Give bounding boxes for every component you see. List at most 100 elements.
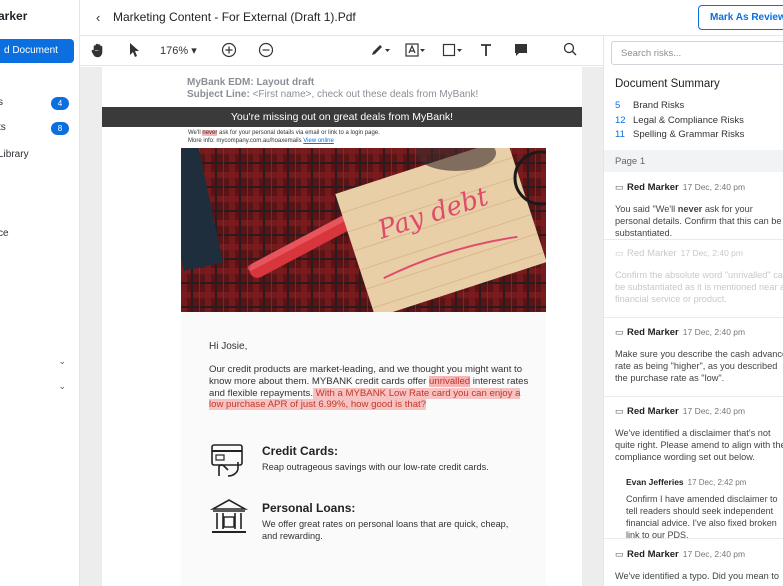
sidebar-item-compliance[interactable]: ce bbox=[0, 227, 79, 243]
sidebar-item-label: s bbox=[0, 97, 3, 108]
comment-header: ▭ Red Marker 17 Dec, 2:40 pm bbox=[615, 327, 745, 338]
feature-credit-cards: Credit Cards: Reap outrageous savings wi… bbox=[209, 440, 539, 486]
comment-text-bold: never bbox=[677, 204, 703, 214]
reply-text: Confirm I have amended disclaimer to tel… bbox=[626, 494, 778, 540]
comment-card[interactable]: ▭ Red Marker 17 Dec, 2:40 pm Make sure you… bbox=[604, 327, 783, 397]
risk-count: 5 bbox=[615, 100, 621, 111]
shape-tool-icon[interactable] bbox=[442, 42, 464, 61]
chevron-down-icon[interactable]: ⌄ bbox=[58, 381, 66, 392]
comment-author: Red Marker bbox=[627, 182, 679, 193]
summary-brand-risks[interactable]: 5 Brand Risks bbox=[615, 100, 684, 111]
comment-header: ▭ Red Marker 17 Dec, 2:40 pm bbox=[615, 549, 745, 560]
edm-header: MyBank EDM: Layout draft Subject Line: <… bbox=[187, 77, 478, 101]
view-online-link[interactable]: View online bbox=[303, 138, 334, 144]
risk-count: 11 bbox=[615, 129, 625, 140]
back-icon[interactable]: ‹ bbox=[96, 10, 100, 25]
comment-icon: ▭ bbox=[615, 406, 624, 416]
highlighted-risk[interactable]: never bbox=[202, 130, 218, 136]
text-tool-icon[interactable] bbox=[479, 42, 493, 61]
summary-spelling-risks[interactable]: 11 Spelling & Grammar Risks bbox=[615, 129, 744, 140]
mark-as-reviewed-button[interactable]: Mark As Reviewed bbox=[698, 5, 783, 30]
summary-legal-risks[interactable]: 12 Legal & Compliance Risks bbox=[615, 115, 744, 126]
email-banner: You're missing out on great deals from M… bbox=[102, 107, 582, 127]
count-badge: 8 bbox=[51, 122, 69, 135]
zoom-out-icon[interactable] bbox=[258, 42, 274, 61]
greeting: Hi Josie, bbox=[209, 341, 248, 352]
pointer-tool-icon[interactable] bbox=[128, 42, 140, 61]
page-section-label: Page 1 bbox=[604, 150, 783, 172]
sidebar-item-library[interactable]: Library bbox=[0, 148, 79, 164]
chevron-down-icon[interactable]: ⌄ bbox=[58, 356, 66, 367]
subject-text: <First name>, check out these deals from… bbox=[249, 89, 479, 100]
sidebar-collapse-2[interactable]: ⌄ bbox=[0, 381, 79, 397]
feature-title: Personal Loans: bbox=[262, 501, 356, 515]
comment-text-part: You said "We'll bbox=[615, 204, 678, 214]
hand-tool-icon[interactable] bbox=[90, 42, 106, 61]
viewer-toolbar: 176% ▾ bbox=[80, 36, 603, 66]
comment-icon: ▭ bbox=[615, 182, 624, 192]
comment-text: We've identified a disclaimer that's not… bbox=[615, 428, 783, 462]
comment-date: 17 Dec, 2:40 pm bbox=[682, 406, 746, 416]
layout-title: MyBank EDM: Layout draft bbox=[187, 77, 315, 88]
search-risks-input[interactable]: Search risks... bbox=[611, 41, 783, 65]
summary-title: Document Summary bbox=[615, 78, 720, 90]
risk-label: Brand Risks bbox=[633, 100, 685, 111]
comment-header: ▭ Red Marker 17 Dec, 2:40 pm bbox=[615, 406, 745, 417]
comment-date: 17 Dec, 2:40 pm bbox=[682, 549, 746, 559]
highlighted-risk[interactable]: unrivalled bbox=[429, 375, 471, 387]
email-notes: We'll never ask for your personal detail… bbox=[188, 129, 380, 145]
risk-count: 12 bbox=[615, 115, 626, 126]
zoom-in-icon[interactable] bbox=[221, 42, 237, 61]
search-icon[interactable] bbox=[563, 42, 577, 59]
document-viewer[interactable]: MyBank EDM: Layout draft Subject Line: <… bbox=[80, 67, 603, 586]
zoom-level: 176% bbox=[160, 45, 189, 57]
note-text: ask for your personal details via email … bbox=[217, 130, 380, 136]
comment-date: 17 Dec, 2:40 pm bbox=[682, 327, 746, 337]
risk-label: Legal & Compliance Risks bbox=[633, 115, 744, 126]
feature-description: Reap outrageous savings with our low-rat… bbox=[262, 462, 489, 472]
comment-icon: ▭ bbox=[615, 327, 624, 337]
sidebar-item-risks[interactable]: s 4 bbox=[0, 96, 79, 112]
comment-card[interactable]: ▭ Red Marker 17 Dec, 2:40 pm We've identif… bbox=[604, 406, 783, 541]
comment-text: You said "We'll never ask for your perso… bbox=[615, 203, 783, 239]
text-style-tool-icon[interactable] bbox=[405, 42, 427, 61]
comment-card-resolved[interactable]: ▭ Red Marker 17 Dec, 2:40 pm Confirm the a… bbox=[604, 248, 783, 318]
caret-down-icon: ▾ bbox=[191, 45, 197, 57]
feature-description: We offer great rates on personal loans t… bbox=[262, 519, 509, 541]
reply-author: Evan Jefferies bbox=[626, 477, 684, 487]
credit-card-icon bbox=[209, 440, 249, 480]
document-page: MyBank EDM: Layout draft Subject Line: <… bbox=[102, 67, 582, 586]
hero-image: Pay debt bbox=[181, 148, 546, 312]
comment-tool-icon[interactable] bbox=[513, 42, 529, 61]
comment-date: 17 Dec, 2:40 pm bbox=[682, 182, 746, 192]
sidebar-collapse-1[interactable]: ⌄ bbox=[0, 356, 79, 372]
comment-text: We've identified a typo. Did you mean to… bbox=[615, 571, 779, 586]
risk-label: Spelling & Grammar Risks bbox=[633, 129, 745, 140]
comment-text: Confirm the absolute word "unrivalled" c… bbox=[615, 270, 783, 304]
comment-date: 17 Dec, 2:40 pm bbox=[680, 248, 743, 258]
sidebar: arker d Document s 4 ts 8 Library ce ⌄ ⌄ bbox=[0, 0, 80, 586]
comment-card[interactable]: ▭ Red Marker 17 Dec, 2:40 pm We've identif… bbox=[604, 549, 783, 586]
feature-personal-loans: Personal Loans: We offer great rates on … bbox=[209, 497, 539, 543]
body-paragraph: Our credit products are market-leading, … bbox=[209, 364, 529, 411]
comment-icon: ▭ bbox=[615, 248, 624, 258]
note-text: We'll bbox=[188, 130, 203, 136]
comment-header: ▭ Red Marker 17 Dec, 2:40 pm bbox=[615, 182, 745, 193]
comment-author: Red Marker bbox=[627, 549, 679, 560]
sidebar-item-label: ce bbox=[0, 228, 9, 239]
risks-panel: Search risks... Document Summary 5 Brand … bbox=[603, 36, 783, 586]
highlighter-tool-icon[interactable] bbox=[370, 42, 392, 61]
comment-card[interactable]: ▭ Red Marker 17 Dec, 2:40 pm You said "We'… bbox=[604, 182, 783, 240]
comment-author: Red Marker bbox=[627, 248, 677, 259]
comment-text: Make sure you describe the cash advance … bbox=[615, 349, 783, 383]
sidebar-item-comments[interactable]: ts 8 bbox=[0, 121, 79, 137]
comment-reply: Evan Jefferies 17 Dec, 2:42 pm Confirm I … bbox=[626, 476, 783, 541]
document-title: Marketing Content - For External (Draft … bbox=[113, 10, 356, 24]
sidebar-item-label: Library bbox=[0, 149, 29, 160]
nav-document-button[interactable]: d Document bbox=[0, 39, 74, 63]
subject-label: Subject Line: bbox=[187, 89, 250, 100]
comment-author: Red Marker bbox=[627, 327, 679, 338]
feature-title: Credit Cards: bbox=[262, 444, 339, 458]
app-root: arker d Document s 4 ts 8 Library ce ⌄ ⌄… bbox=[0, 0, 783, 586]
zoom-select[interactable]: 176% ▾ bbox=[160, 44, 197, 57]
